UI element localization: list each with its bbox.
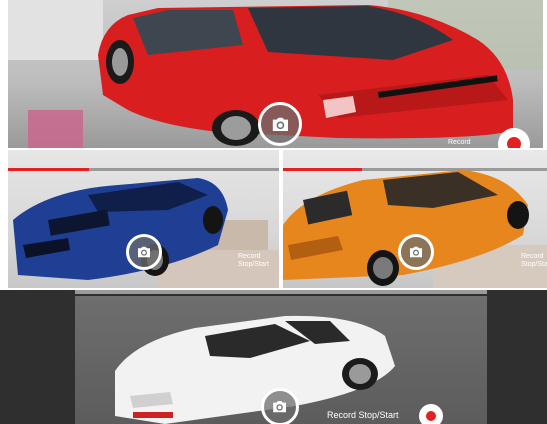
record-label: Record [521, 253, 544, 260]
camera-icon [138, 246, 150, 258]
camera-icon [272, 117, 288, 131]
bottom-camera-view: Record Stop/Start [75, 296, 487, 424]
capture-photo-button[interactable] [398, 234, 434, 270]
record-button[interactable] [419, 404, 443, 424]
camera-icon [273, 401, 287, 413]
capture-photo-button[interactable] [261, 388, 299, 424]
mid-right-ar-view: Record Stop/Start [283, 150, 547, 288]
stop-start-label: Stop/Start [521, 261, 547, 268]
mid-left-ar-view: Record Stop/Start [8, 150, 279, 288]
record-label: Record [238, 253, 261, 260]
record-label: Record [448, 139, 471, 146]
video-progress-bar[interactable] [75, 290, 487, 294]
camera-icon [410, 246, 422, 258]
bottom-ar-view: Record Stop/Start [0, 290, 547, 424]
top-ar-view: Record [8, 0, 543, 148]
stop-start-label: Stop/Start [238, 261, 270, 268]
record-dot [507, 137, 521, 148]
record-dot [426, 411, 436, 421]
capture-photo-button[interactable] [126, 234, 162, 270]
capture-photo-button[interactable] [258, 102, 302, 146]
record-stop-start-label: Record Stop/Start [327, 410, 399, 420]
